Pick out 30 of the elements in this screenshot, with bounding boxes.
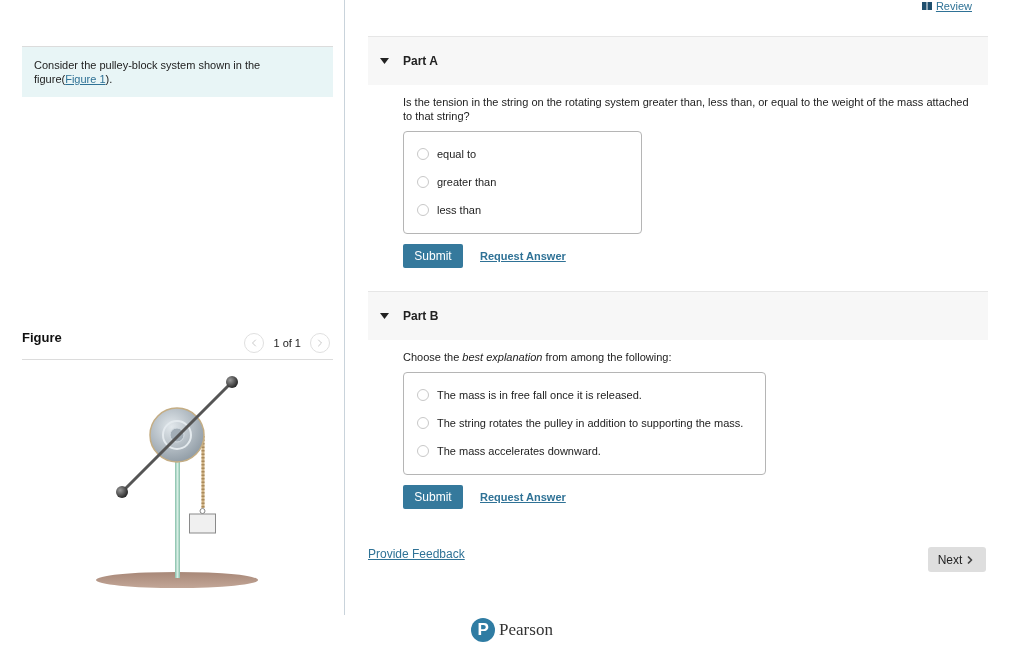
figure-pager-count: 1 of 1 — [273, 336, 301, 350]
provide-feedback-link[interactable]: Provide Feedback — [368, 547, 465, 561]
next-button[interactable]: Next — [928, 547, 986, 572]
submit-button[interactable]: Submit — [403, 244, 463, 268]
radio-button[interactable] — [417, 176, 429, 188]
figure-title: Figure — [22, 330, 62, 346]
question-text: Choose the best explanation from among the following: — [403, 350, 673, 364]
brand-name: Pearson — [499, 620, 553, 640]
radio-button[interactable] — [417, 148, 429, 160]
radio-button[interactable] — [417, 445, 429, 457]
part-header[interactable]: Part B — [368, 291, 988, 340]
option-label: equal to — [437, 147, 477, 161]
intro-text: Consider the pulley-block system shown in the figure(Figure 1). — [34, 58, 262, 86]
option-label: less than — [437, 203, 482, 217]
logo-mark: P — [471, 618, 496, 642]
radio-button[interactable] — [417, 417, 429, 429]
request-answer-link[interactable]: Request Answer — [480, 490, 566, 504]
option-label: The mass is in free fall once it is released. — [437, 388, 642, 402]
submit-button[interactable]: Submit — [403, 485, 463, 509]
review-link[interactable]: Review — [921, 0, 972, 12]
question-text: Is the tension in the string on the rotating system greater than, less than, or equal to the weight of the mass attached to that string? — [403, 95, 970, 123]
radio-button[interactable] — [417, 204, 429, 216]
option-label: The mass accelerates downward. — [437, 444, 601, 458]
figure-link[interactable]: Figure 1 — [65, 73, 106, 85]
radio-button[interactable] — [417, 389, 429, 401]
part-header[interactable]: Part A — [368, 36, 988, 85]
option-label: The string rotates the pulley in addition to supporting the mass. — [437, 416, 744, 430]
book-icon — [921, 2, 932, 10]
option-label: greater than — [437, 175, 497, 189]
request-answer-link[interactable]: Request Answer — [480, 249, 566, 263]
